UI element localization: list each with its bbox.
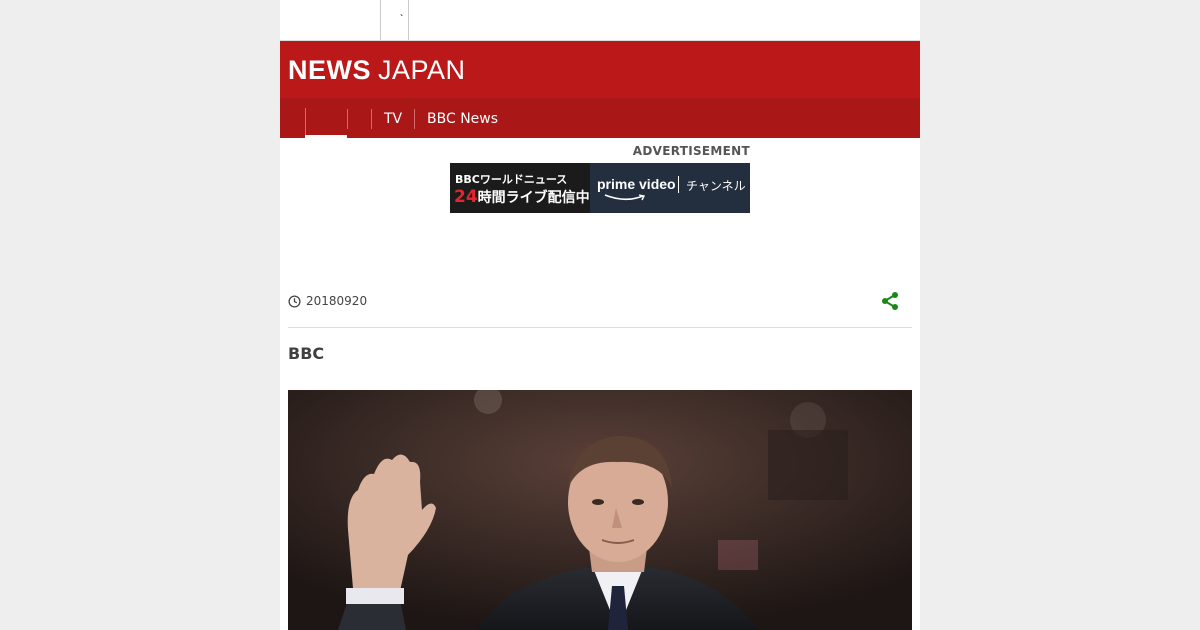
masthead: NEWS JAPAN (280, 41, 920, 98)
logo-primary: NEWS (288, 55, 371, 85)
prime-video-wordmark: prime video (597, 176, 676, 192)
meta-divider (288, 327, 912, 328)
nav-divider (347, 109, 348, 129)
clock-icon (288, 294, 301, 308)
nav-item-home[interactable] (305, 108, 348, 136)
smile-arrow-icon (604, 194, 646, 201)
nav-divider (371, 109, 372, 129)
utility-divider (380, 0, 381, 40)
advert-channel: チャンネル (686, 179, 746, 193)
nav-item-tv[interactable]: TV (384, 109, 402, 129)
active-tab-indicator (305, 135, 347, 138)
advert-line-2-text: 時間ライブ配信中 (477, 190, 590, 206)
chevron-down-icon[interactable]: ˋ (400, 14, 405, 25)
article-meta: 20180920 (288, 292, 367, 310)
article-byline: BBC (288, 344, 325, 363)
advert-banner[interactable]: BBCワールドニュース 24時間ライブ配信中 prime video チャンネル (450, 163, 750, 213)
main-nav: TV BBC News (280, 98, 920, 138)
utility-bar: ˋ (280, 0, 920, 41)
hero-photo-illustration (288, 390, 912, 630)
advert-hours: 24 (454, 187, 478, 207)
utility-divider (408, 0, 409, 40)
share-icon[interactable] (880, 291, 900, 311)
article-hero-image (288, 390, 912, 630)
advert-line-1: BBCワールドニュース (455, 173, 568, 186)
nav-item-bbc-news[interactable]: BBC News (427, 109, 498, 129)
article-date: 20180920 (306, 294, 368, 308)
advert-left-panel: BBCワールドニュース 24時間ライブ配信中 (450, 163, 590, 213)
nav-divider (414, 109, 415, 129)
advertisement-label: ADVERTISEMENT (632, 144, 750, 158)
page: ˋ NEWS JAPAN TV BBC News ADVERTISEMENT BB… (280, 0, 920, 630)
advert-divider (678, 176, 679, 193)
logo[interactable]: NEWS JAPAN (288, 55, 466, 85)
advert-line-2: 24時間ライブ配信中 (454, 187, 590, 207)
logo-secondary: JAPAN (378, 55, 466, 85)
